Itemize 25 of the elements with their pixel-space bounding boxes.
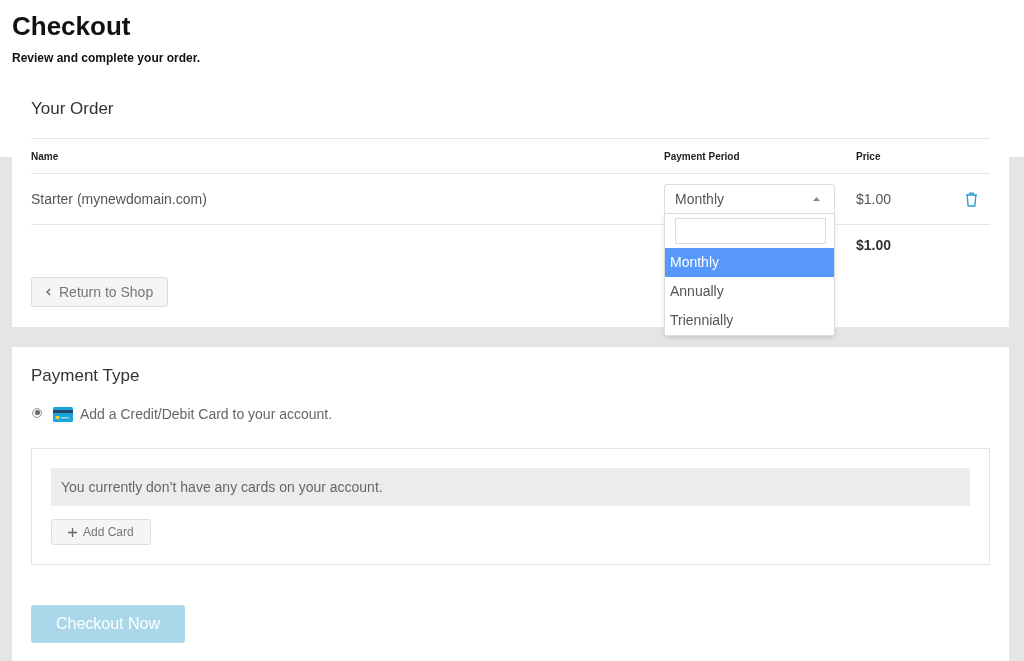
radio-button[interactable] (32, 407, 42, 418)
dropdown-option[interactable]: Monthly (665, 248, 834, 277)
dropdown-option[interactable]: Triennially (665, 306, 834, 335)
return-to-shop-button[interactable]: Return to Shop (31, 277, 169, 307)
column-header: Payment Period (664, 149, 740, 164)
notice-message: You currently don’t have any cards on your account. (51, 468, 970, 506)
section-heading: Your Order (31, 98, 114, 121)
search-field[interactable] (675, 218, 826, 244)
caret-icon (813, 197, 820, 201)
section-heading: Payment Type (31, 365, 140, 387)
payment-method-label: Add a Credit/Debit Card to your account. (80, 404, 333, 424)
order-total: $1.00 (856, 235, 892, 255)
price-cell-text: $1.00 (856, 189, 892, 209)
add-card-button[interactable]: Add Card (51, 519, 151, 545)
product-name: Starter (mynewdomain.com) (31, 189, 207, 209)
column-header: Price (856, 149, 881, 164)
column-header: Name (31, 149, 59, 164)
chevron-left-icon (46, 288, 51, 296)
dropdown-option[interactable]: Annually (665, 277, 834, 306)
payment-period-select[interactable]: Monthly (664, 184, 835, 214)
page-title: Checkout (12, 10, 131, 42)
credit-card-icon (53, 406, 73, 422)
plus-icon (68, 527, 77, 537)
page-subtitle: Review and complete your order. (12, 50, 201, 66)
trash-icon[interactable] (965, 191, 978, 207)
